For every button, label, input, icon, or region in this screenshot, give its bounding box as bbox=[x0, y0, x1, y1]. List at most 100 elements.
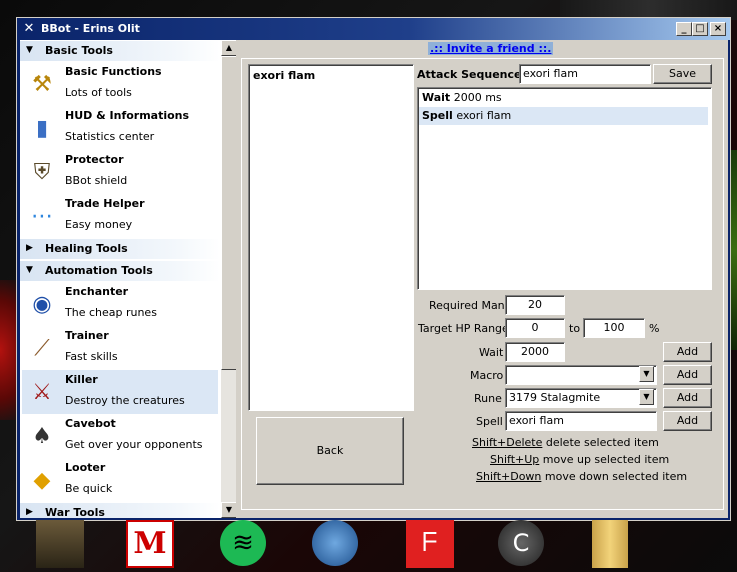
sidebar-item-title: Looter bbox=[65, 461, 106, 474]
wait-input[interactable]: 2000 bbox=[505, 342, 565, 362]
rune-select[interactable]: 3179 Stalagmite bbox=[505, 388, 657, 408]
maximize-button[interactable]: □ bbox=[692, 22, 708, 36]
sidebar-item-cavebot[interactable]: ♠ Cavebot Get over your opponents bbox=[22, 414, 218, 458]
scrollbar-thumb[interactable] bbox=[221, 56, 236, 370]
category-label: Basic Tools bbox=[45, 44, 113, 57]
bbot-app-icon: ✕ bbox=[23, 21, 35, 36]
sequence-value: 2000 ms bbox=[453, 91, 502, 104]
sidebar-item-basic-functions[interactable]: ⚒ Basic Functions Lots of tools bbox=[22, 62, 218, 106]
killer-panel: exori flam Back Attack Sequence: exori f… bbox=[241, 58, 724, 510]
spotify-icon[interactable]: ≋ bbox=[220, 520, 266, 566]
category-healing-tools[interactable]: ▶ Healing Tools bbox=[20, 239, 220, 259]
macro-label: Macro bbox=[470, 369, 504, 382]
tools-sidebar: ▼ Basic Tools ⚒ Basic Functions Lots of … bbox=[20, 40, 236, 518]
sidebar-item-subtitle: Get over your opponents bbox=[65, 438, 203, 451]
category-automation-tools[interactable]: ▼ Automation Tools bbox=[20, 261, 220, 281]
attack-sequence-list[interactable]: Wait 2000 ms Spell exori flam bbox=[417, 87, 712, 290]
to-label: to bbox=[569, 322, 581, 335]
add-macro-button[interactable]: Add bbox=[663, 365, 712, 385]
save-button[interactable]: Save bbox=[653, 64, 712, 84]
back-button[interactable]: Back bbox=[256, 417, 404, 485]
target-hp-from-input[interactable]: 0 bbox=[505, 318, 565, 338]
hint-move-down: Shift+Down move down selected item bbox=[476, 470, 687, 483]
chevron-down-icon: ▼ bbox=[26, 265, 33, 275]
window-title: BBot - Erins Olit bbox=[41, 22, 140, 35]
sidebar-item-subtitle: Destroy the creatures bbox=[65, 394, 185, 407]
sidebar-item-looter[interactable]: ◆ Looter Be quick bbox=[22, 458, 218, 502]
sidebar-item-title: Enchanter bbox=[65, 285, 129, 298]
acrobat-icon[interactable]: ᖴ bbox=[406, 520, 454, 568]
percent-label: % bbox=[649, 322, 660, 335]
add-spell-button[interactable]: Add bbox=[663, 411, 712, 431]
category-war-tools[interactable]: ▶ War Tools bbox=[20, 503, 220, 518]
title-bar[interactable]: ✕ BBot - Erins Olit _ □ × bbox=[17, 18, 730, 40]
sidebar-item-trade-helper[interactable]: ⋯ Trade Helper Easy money bbox=[22, 194, 218, 238]
required-mana-input[interactable]: 20 bbox=[505, 295, 565, 315]
close-button[interactable]: × bbox=[710, 22, 726, 36]
desktop-photo-icon[interactable] bbox=[36, 520, 84, 568]
google-earth-icon[interactable] bbox=[312, 520, 358, 566]
ccleaner-icon[interactable]: C bbox=[498, 520, 544, 566]
sidebar-scrollbar[interactable]: ▲ ▼ bbox=[221, 40, 236, 518]
target-hp-range-label: Target HP Range bbox=[418, 322, 509, 335]
malwarebytes-icon[interactable]: M bbox=[126, 520, 174, 568]
chevron-right-icon: ▶ bbox=[26, 507, 33, 517]
sidebar-item-hud-informations[interactable]: ▮ HUD & Informations Statistics center bbox=[22, 106, 218, 150]
sidebar-item-protector[interactable]: ⛨ Protector BBot shield bbox=[22, 150, 218, 194]
macro-select[interactable] bbox=[505, 365, 657, 385]
spell-input[interactable]: exori flam bbox=[505, 411, 657, 431]
list-item[interactable]: exori flam bbox=[253, 69, 315, 82]
sequence-type: Spell bbox=[422, 109, 453, 122]
sidebar-item-title: Protector bbox=[65, 153, 124, 166]
sidebar-item-title: Killer bbox=[65, 373, 98, 386]
sequence-type: Wait bbox=[422, 91, 451, 104]
sidebar-item-subtitle: BBot shield bbox=[65, 174, 128, 187]
window-client-area: ▼ Basic Tools ⚒ Basic Functions Lots of … bbox=[20, 40, 728, 518]
attack-sequence-input[interactable]: exori flam bbox=[519, 64, 651, 84]
macro-dropdown-arrow-icon[interactable]: ▼ bbox=[639, 366, 654, 382]
rune-dropdown-arrow-icon[interactable]: ▼ bbox=[639, 389, 654, 405]
club-icon: ⟋ bbox=[34, 336, 50, 361]
rune-label: Rune bbox=[474, 392, 502, 405]
spells-listbox[interactable]: exori flam bbox=[248, 64, 414, 411]
sidebar-item-enchanter[interactable]: ◉ Enchanter The cheap runes bbox=[22, 282, 218, 326]
add-wait-button[interactable]: Add bbox=[663, 342, 712, 362]
rune-icon: ◉ bbox=[32, 292, 52, 317]
scroll-down-arrow-icon[interactable]: ▼ bbox=[221, 502, 236, 518]
hint-move-up: Shift+Up move up selected item bbox=[490, 453, 669, 466]
bbot-window: ✕ BBot - Erins Olit _ □ × ▼ Basic Tools … bbox=[16, 17, 731, 521]
sidebar-item-killer[interactable]: ⚔ Killer Destroy the creatures bbox=[22, 370, 218, 414]
required-mana-label: Required Mana bbox=[429, 299, 512, 312]
sidebar-item-title: Trainer bbox=[65, 329, 109, 342]
tooth-icon: ♠ bbox=[32, 424, 52, 449]
sidebar-item-title: Cavebot bbox=[65, 417, 116, 430]
sidebar-item-subtitle: Statistics center bbox=[65, 130, 155, 143]
sequence-row[interactable]: Wait 2000 ms bbox=[419, 89, 708, 107]
gold-icon: ◆ bbox=[33, 468, 51, 493]
attack-sequence-label: Attack Sequence: bbox=[417, 68, 526, 81]
target-hp-to-input[interactable]: 100 bbox=[583, 318, 645, 338]
chevron-right-icon: ▶ bbox=[26, 243, 33, 253]
category-label: War Tools bbox=[45, 506, 105, 518]
sidebar-item-title: Basic Functions bbox=[65, 65, 162, 78]
sidebar-item-title: HUD & Informations bbox=[65, 109, 190, 122]
sequence-row[interactable]: Spell exori flam bbox=[419, 107, 708, 125]
coins-icon: ⋯ bbox=[31, 204, 53, 229]
spell-label: Spell bbox=[476, 415, 503, 428]
minimize-button[interactable]: _ bbox=[676, 22, 692, 36]
category-basic-tools[interactable]: ▼ Basic Tools bbox=[20, 41, 220, 61]
hint-key: Shift+Delete bbox=[472, 436, 543, 449]
scroll-up-arrow-icon[interactable]: ▲ bbox=[221, 40, 236, 56]
sidebar-item-subtitle: Fast skills bbox=[65, 350, 118, 363]
add-rune-button[interactable]: Add bbox=[663, 388, 712, 408]
sidebar-item-subtitle: Be quick bbox=[65, 482, 113, 495]
hint-text: move up selected item bbox=[539, 453, 670, 466]
folder-icon[interactable] bbox=[592, 520, 628, 568]
sidebar-item-subtitle: The cheap runes bbox=[65, 306, 157, 319]
wait-label: Wait bbox=[479, 346, 504, 359]
sidebar-item-trainer[interactable]: ⟋ Trainer Fast skills bbox=[22, 326, 218, 370]
hint-text: move down selected item bbox=[541, 470, 688, 483]
sidebar-item-subtitle: Easy money bbox=[65, 218, 133, 231]
invite-friend-link[interactable]: .:: Invite a friend ::. bbox=[428, 42, 554, 55]
hint-text: delete selected item bbox=[542, 436, 659, 449]
